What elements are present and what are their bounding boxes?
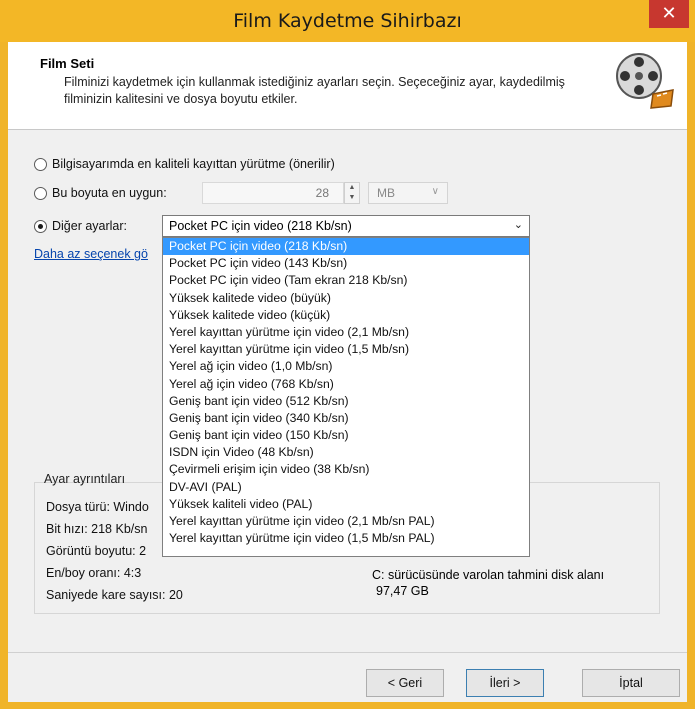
size-unit-value: MB xyxy=(377,186,395,200)
detail-display-size: Görüntü boyutu: 2 xyxy=(46,544,147,558)
preset-option[interactable]: Yerel ağ için video (768 Kb/sn) xyxy=(163,376,529,393)
next-button[interactable]: İleri > xyxy=(466,669,544,697)
wizard-header: Film Seti Filminizi kaydetmek için kulla… xyxy=(8,42,687,130)
title-bar[interactable]: Film Kaydetme Sihirbazı ✕ xyxy=(0,0,695,42)
footer-divider xyxy=(8,652,687,653)
option-best-fit[interactable]: Bu boyuta en uygun: xyxy=(34,182,167,204)
preset-option[interactable]: Geniş bant için video (512 Kb/sn) xyxy=(163,393,529,410)
disk-space-label: C: sürücüsünde varolan tahmini disk alan… xyxy=(372,568,605,582)
chevron-down-icon: ∨ xyxy=(431,186,439,197)
option-best-quality[interactable]: Bilgisayarımda en kaliteli kayıttan yürü… xyxy=(34,153,335,175)
close-icon: ✕ xyxy=(661,3,677,24)
option-other[interactable]: Diğer ayarlar: xyxy=(34,215,127,237)
page-title: Film Seti xyxy=(40,56,95,71)
preset-option[interactable]: Yerel kayıttan yürütme için video (2,1 M… xyxy=(163,324,529,341)
preset-option[interactable]: Pocket PC için video (218 Kb/sn) xyxy=(163,238,529,256)
disk-space-value: 97,47 GB xyxy=(376,584,429,598)
best-fit-label: Bu boyuta en uygun: xyxy=(52,186,167,200)
preset-option[interactable]: Yerel kayıttan yürütme için video (2,1 M… xyxy=(163,513,529,530)
size-input[interactable]: 28 xyxy=(202,182,344,204)
wizard-client-area: Film Seti Filminizi kaydetmek için kulla… xyxy=(8,42,687,702)
fewer-options-link[interactable]: Daha az seçenek gö xyxy=(34,247,148,261)
preset-option[interactable]: Yüksek kalitede video (küçük) xyxy=(163,307,529,324)
preset-option[interactable]: Yerel kayıttan yürütme için video (1,5 M… xyxy=(163,341,529,358)
preset-dropdown-list[interactable]: Pocket PC için video (218 Kb/sn) Pocket P… xyxy=(162,237,530,557)
preset-option[interactable]: Pocket PC için video (Tam ekran 218 Kb/s… xyxy=(163,272,529,289)
preset-option[interactable]: Yerel kayıttan yürütme için video (1,5 M… xyxy=(163,530,529,547)
preset-select[interactable]: Pocket PC için video (218 Kb/sn) ⌄ xyxy=(162,215,530,237)
detail-bit-rate: Bit hızı: 218 Kb/sn xyxy=(46,522,148,536)
size-unit-select[interactable]: MB ∨ xyxy=(368,182,448,204)
preset-option[interactable]: Yerel ağ için video (1,0 Mb/sn) xyxy=(163,358,529,375)
preset-option[interactable]: Geniş bant için video (340 Kb/sn) xyxy=(163,410,529,427)
other-radio[interactable] xyxy=(34,219,47,233)
preset-option[interactable]: Çevirmeli erişim için video (38 Kb/sn) xyxy=(163,461,529,478)
best-quality-radio[interactable] xyxy=(34,157,47,171)
size-stepper[interactable]: ▲ ▼ xyxy=(344,182,360,204)
detail-frame-rate: Saniyede kare sayısı: 20 xyxy=(46,588,183,602)
preset-option[interactable]: Pocket PC için video (143 Kb/sn) xyxy=(163,255,529,272)
window-title: Film Kaydetme Sihirbazı xyxy=(233,10,462,32)
cancel-button[interactable]: İptal xyxy=(582,669,680,697)
other-label: Diğer ayarlar: xyxy=(52,219,128,233)
close-button[interactable]: ✕ xyxy=(649,0,689,28)
film-reel-icon xyxy=(616,53,674,109)
chevron-down-icon: ⌄ xyxy=(513,219,523,231)
preset-option[interactable]: Yüksek kalitede video (büyük) xyxy=(163,290,529,307)
back-button[interactable]: < Geri xyxy=(366,669,444,697)
page-description: Filminizi kaydetmek için kullanmak isted… xyxy=(64,75,565,106)
detail-file-type: Dosya türü: Windo xyxy=(46,500,149,514)
spin-up-icon[interactable]: ▲ xyxy=(345,183,359,193)
wizard-window: Film Kaydetme Sihirbazı ✕ Film Seti Film… xyxy=(0,0,695,709)
preset-option[interactable]: Yüksek kaliteli video (PAL) xyxy=(163,496,529,513)
detail-aspect-ratio: En/boy oranı: 4:3 xyxy=(46,566,142,580)
preset-select-value: Pocket PC için video (218 Kb/sn) xyxy=(169,219,352,233)
details-label: Ayar ayrıntıları xyxy=(44,472,126,486)
spin-down-icon[interactable]: ▼ xyxy=(345,193,359,203)
preset-option[interactable]: ISDN için Video (48 Kb/sn) xyxy=(163,444,529,461)
best-fit-radio[interactable] xyxy=(34,186,47,200)
preset-option[interactable]: Geniş bant için video (150 Kb/sn) xyxy=(163,427,529,444)
preset-option[interactable]: DV-AVI (PAL) xyxy=(163,479,529,496)
best-quality-label: Bilgisayarımda en kaliteli kayıttan yürü… xyxy=(52,157,335,171)
